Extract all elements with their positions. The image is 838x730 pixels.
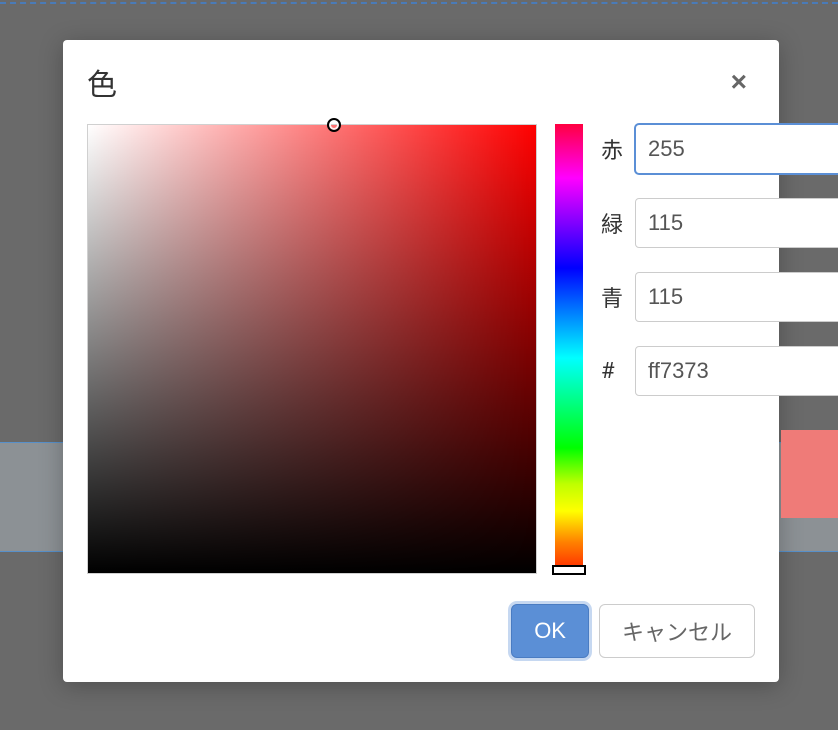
- red-row: 赤: [601, 124, 838, 174]
- ok-button[interactable]: OK: [511, 604, 589, 658]
- cancel-button[interactable]: キャンセル: [599, 604, 755, 658]
- color-swatch: [781, 430, 838, 518]
- hex-label: #: [601, 359, 625, 384]
- hex-row: #: [601, 346, 838, 396]
- hue-cursor[interactable]: [552, 565, 586, 575]
- sv-cursor[interactable]: [327, 118, 341, 132]
- sv-gradient: [88, 125, 536, 573]
- hue-slider[interactable]: [555, 124, 583, 574]
- color-picker-dialog: 色 × 赤 緑 青 #: [63, 40, 779, 682]
- hue-gradient: [555, 124, 583, 574]
- dialog-header: 色 ×: [87, 60, 755, 104]
- hex-input[interactable]: [635, 346, 838, 396]
- color-inputs: 赤 緑 青 #: [601, 124, 838, 518]
- blue-row: 青: [601, 272, 838, 322]
- green-label: 緑: [601, 207, 625, 239]
- blue-label: 青: [601, 281, 625, 313]
- red-input[interactable]: [635, 124, 838, 174]
- dashed-divider: [0, 2, 838, 4]
- dialog-footer: OK キャンセル: [87, 604, 755, 658]
- blue-input[interactable]: [635, 272, 838, 322]
- green-input[interactable]: [635, 198, 838, 248]
- close-icon: ×: [731, 66, 747, 97]
- close-button[interactable]: ×: [723, 64, 755, 100]
- picker-body: 赤 緑 青 #: [87, 124, 755, 574]
- dialog-title: 色: [87, 60, 117, 104]
- green-row: 緑: [601, 198, 838, 248]
- saturation-value-panel[interactable]: [87, 124, 537, 574]
- red-label: 赤: [601, 133, 625, 165]
